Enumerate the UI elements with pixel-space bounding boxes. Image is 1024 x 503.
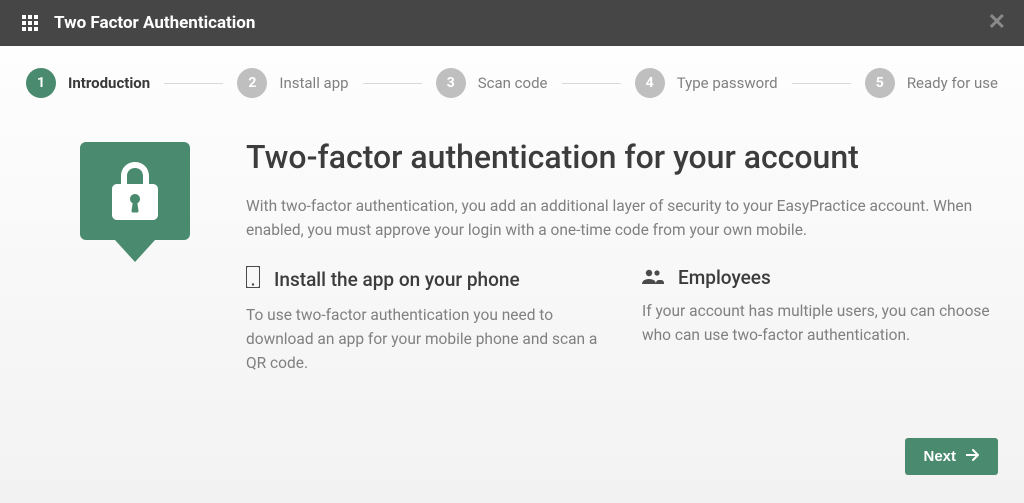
step-install-app[interactable]: 2 Install app xyxy=(237,68,348,98)
step-label: Type password xyxy=(677,74,778,92)
step-label: Scan code xyxy=(478,74,548,92)
stepper: 1 Introduction 2 Install app 3 Scan code… xyxy=(0,46,1024,108)
employees-title: Employees xyxy=(678,266,771,289)
arrow-right-icon xyxy=(966,448,980,465)
main-content: Two-factor authentication for your accou… xyxy=(0,108,1024,438)
page-heading: Two-factor authentication for your accou… xyxy=(246,138,998,176)
step-connector xyxy=(164,83,223,84)
lock-icon xyxy=(112,162,158,220)
apps-grid-icon xyxy=(22,15,38,31)
step-connector xyxy=(792,83,851,84)
step-type-password[interactable]: 4 Type password xyxy=(635,68,778,98)
install-app-heading: Install the app on your phone xyxy=(246,266,602,293)
close-icon[interactable]: ✕ xyxy=(988,12,1006,34)
step-label: Introduction xyxy=(68,74,150,92)
lead-text: With two-factor authentication, you add … xyxy=(246,194,998,242)
step-label: Install app xyxy=(279,74,348,92)
step-scan-code[interactable]: 3 Scan code xyxy=(436,68,548,98)
next-button[interactable]: Next xyxy=(905,438,998,475)
step-number: 1 xyxy=(26,68,56,98)
badge-container xyxy=(80,138,190,438)
content-column: Two-factor authentication for your accou… xyxy=(246,138,998,438)
info-columns: Install the app on your phone To use two… xyxy=(246,266,998,375)
phone-icon xyxy=(246,266,260,293)
employees-section: Employees If your account has multiple u… xyxy=(642,266,998,375)
step-introduction[interactable]: 1 Introduction xyxy=(26,68,150,98)
step-label: Ready for use xyxy=(907,74,998,92)
step-number: 3 xyxy=(436,68,466,98)
install-app-section: Install the app on your phone To use two… xyxy=(246,266,602,375)
step-ready-for-use[interactable]: 5 Ready for use xyxy=(865,68,998,98)
step-number: 5 xyxy=(865,68,895,98)
next-label: Next xyxy=(923,448,956,465)
step-connector xyxy=(562,83,621,84)
step-number: 2 xyxy=(237,68,267,98)
employees-heading: Employees xyxy=(642,266,998,289)
people-icon xyxy=(642,266,664,289)
install-body: To use two-factor authentication you nee… xyxy=(246,303,602,375)
modal-title: Two Factor Authentication xyxy=(54,13,255,33)
lock-badge xyxy=(80,142,190,240)
install-title: Install the app on your phone xyxy=(274,268,520,291)
footer: Next xyxy=(0,438,1024,503)
employees-body: If your account has multiple users, you … xyxy=(642,299,998,347)
step-connector xyxy=(363,83,422,84)
modal-header: Two Factor Authentication ✕ xyxy=(0,0,1024,46)
step-number: 4 xyxy=(635,68,665,98)
